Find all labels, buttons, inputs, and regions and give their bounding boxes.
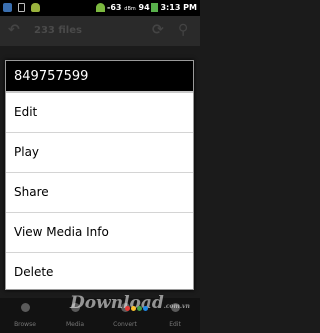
watermark-dot [125, 306, 130, 311]
menu-item-view-media-info[interactable]: View Media Info [6, 213, 193, 253]
dialog-header: 849757599 [6, 61, 193, 93]
toolbar: ↶ 233 files ⟳ ⚲ [0, 16, 200, 46]
status-notifications [3, 3, 40, 12]
folder-icon [21, 303, 30, 312]
refresh-icon[interactable]: ⟳ [152, 22, 164, 38]
context-menu-dialog: 849757599 Edit Play Share View Media Inf… [5, 60, 194, 290]
status-indicators: -63 dBm 94 3:13 PM [96, 3, 197, 12]
signal-unit: dBm [124, 6, 136, 12]
tab-browse[interactable]: Browse [0, 298, 50, 333]
wifi-icon [96, 3, 106, 12]
battery-icon [150, 3, 158, 12]
watermark-dot [137, 306, 142, 311]
battery-level: 94 [138, 3, 150, 12]
tab-label: Edit [169, 321, 181, 328]
dialog-title: 849757599 [14, 69, 89, 84]
app-notification-icon [3, 3, 12, 12]
watermark-tld: .com.vn [163, 303, 190, 310]
file-count-title: 233 files [34, 25, 82, 36]
watermark-dot [131, 306, 136, 311]
watermark-dot [143, 306, 148, 311]
android-debug-icon [31, 3, 40, 12]
search-icon[interactable]: ⚲ [178, 22, 188, 38]
menu-item-share[interactable]: Share [6, 173, 193, 213]
status-bar: -63 dBm 94 3:13 PM [0, 0, 200, 16]
tab-label: Media [65, 321, 85, 328]
watermark-text: Download [70, 293, 164, 313]
menu-item-play[interactable]: Play [6, 133, 193, 173]
menu-item-delete[interactable]: Delete [6, 253, 193, 292]
clock: 3:13 PM [160, 3, 197, 12]
watermark-dots [125, 296, 149, 315]
menu-item-edit[interactable]: Edit [6, 93, 193, 133]
back-arrow-icon[interactable]: ↶ [8, 22, 20, 38]
signal-strength: -63 [107, 3, 122, 12]
usb-icon [18, 3, 25, 12]
tab-label: Convert [113, 321, 137, 328]
tab-label: Browse [14, 321, 36, 328]
context-menu: Edit Play Share View Media Info Delete [6, 93, 193, 292]
